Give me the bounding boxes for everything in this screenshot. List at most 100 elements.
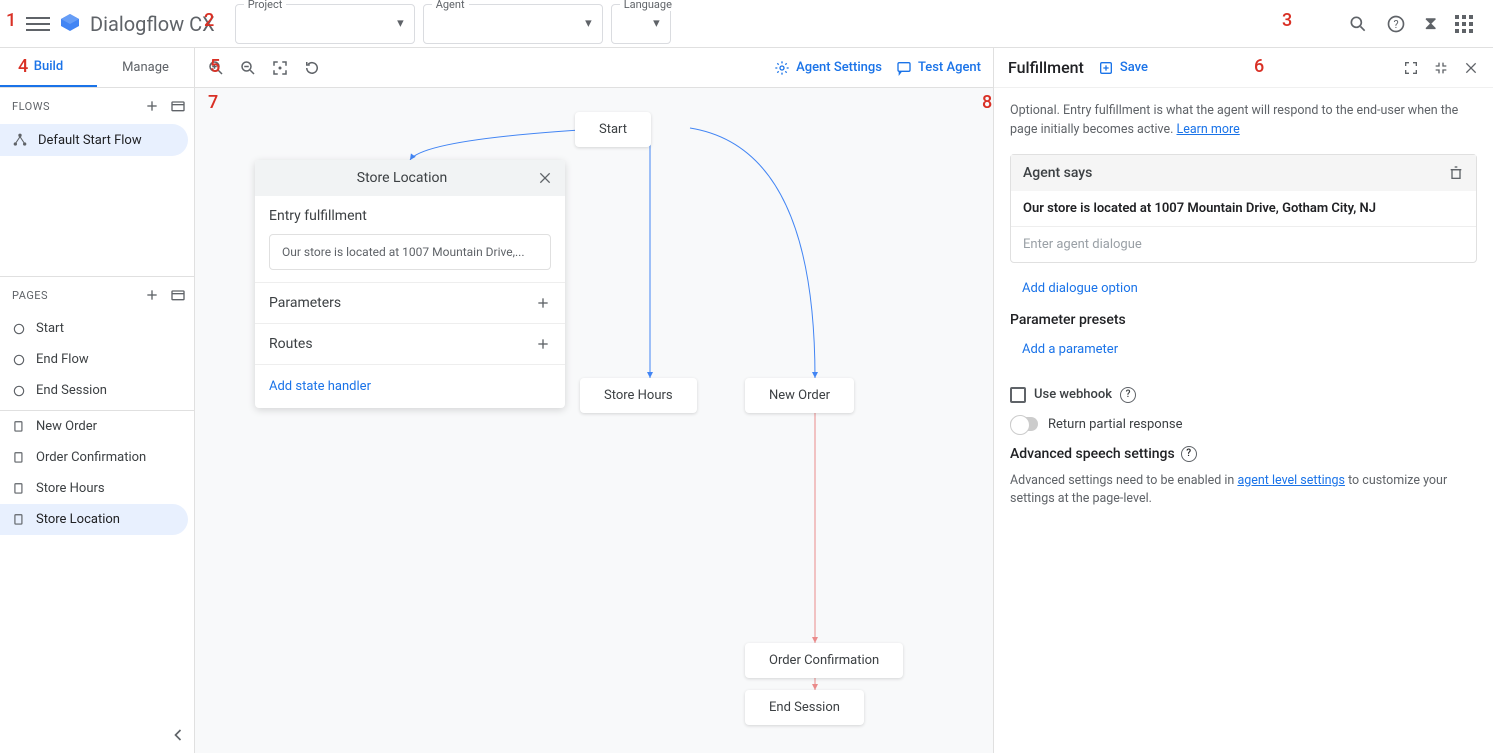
close-icon[interactable] [1463,60,1479,76]
page-new-order[interactable]: New Order [0,411,188,442]
page-label: Store Location [36,512,120,527]
use-webhook-label: Use webhook [1034,387,1112,402]
partial-response-label: Return partial response [1048,417,1182,432]
test-agent-label: Test Agent [918,60,981,75]
circle-icon [12,322,26,336]
flow-label: Default Start Flow [38,133,142,148]
canvas-column: Agent Settings Test Agent Start Store Ho… [195,48,993,753]
chat-icon [896,60,912,76]
menu-icon[interactable] [26,12,50,36]
delete-icon[interactable] [1448,165,1464,181]
panel-description: Optional. Entry fulfillment is what the … [1010,102,1477,140]
popup-title: Store Location [267,170,537,186]
project-label: Project [244,0,287,11]
advanced-speech-text: Advanced settings need to be enabled in … [1010,472,1477,510]
save-icon [1098,60,1114,76]
svg-text:?: ? [1394,18,1399,31]
search-icon[interactable] [1348,14,1368,34]
page-order-confirmation[interactable]: Order Confirmation [0,442,188,473]
flow-icon [12,132,28,148]
node-end-session[interactable]: End Session [745,690,864,725]
agent-level-settings-link[interactable]: agent level settings [1237,473,1345,488]
page-icon [12,451,26,465]
circle-icon [12,353,26,367]
page-end-flow[interactable]: End Flow [0,344,188,375]
agent-settings-button[interactable]: Agent Settings [774,60,882,76]
dialogflow-icon [58,12,82,36]
page-store-hours[interactable]: Store Hours [0,473,188,504]
folder-icon[interactable] [170,98,186,114]
parameter-presets-header: Parameter presets [1010,312,1477,328]
add-flow-icon[interactable] [144,98,160,114]
test-agent-button[interactable]: Test Agent [896,60,981,76]
add-dialogue-link[interactable]: Add dialogue option [1010,277,1477,312]
reset-icon[interactable] [303,59,321,77]
page-label: End Session [36,383,107,398]
page-label: Start [36,321,64,336]
page-start[interactable]: Start [0,313,188,344]
top-actions: ? ⧗ [1348,13,1473,34]
apps-icon[interactable] [1455,15,1473,33]
flow-default-start[interactable]: Default Start Flow [0,124,188,156]
zoom-in-icon[interactable] [207,59,225,77]
add-parameter-icon[interactable] [535,295,551,311]
page-icon [12,420,26,434]
page-label: New Order [36,419,97,434]
help-icon[interactable]: ? [1120,387,1136,403]
use-webhook-row[interactable]: Use webhook ? [1010,387,1477,403]
pages-section-header: PAGES [0,276,194,313]
add-state-handler-link[interactable]: Add state handler [255,365,565,408]
page-store-location[interactable]: Store Location [0,504,188,535]
collapse-icon[interactable] [1433,60,1449,76]
collapse-sidebar-icon[interactable] [168,725,188,745]
add-parameter-link[interactable]: Add a parameter [1010,338,1477,373]
node-order-confirmation[interactable]: Order Confirmation [745,643,903,678]
parameters-header: Parameters [269,295,341,311]
page-icon [12,513,26,527]
chevron-down-icon: ▾ [585,16,592,31]
sidebar-tabs: Build Manage [0,48,194,88]
fullscreen-icon[interactable] [1403,60,1419,76]
canvas-toolbar: Agent Settings Test Agent [195,48,993,88]
node-start[interactable]: Start [575,112,651,147]
add-page-icon[interactable] [144,287,160,303]
flow-canvas[interactable]: Start Store Hours New Order Order Confir… [195,88,993,753]
folder-icon[interactable] [170,287,186,303]
fit-view-icon[interactable] [271,59,289,77]
zoom-out-icon[interactable] [239,59,257,77]
flows-header-label: FLOWS [12,100,50,113]
save-button[interactable]: Save [1098,60,1148,76]
agent-dialogue-text[interactable]: Our store is located at 1007 Mountain Dr… [1011,191,1476,227]
pages-header-label: PAGES [12,289,48,302]
entry-fulfillment-preview[interactable]: Our store is located at 1007 Mountain Dr… [269,234,551,270]
chevron-down-icon: ▾ [397,16,404,31]
advanced-speech-header: Advanced speech settings [1010,446,1175,462]
node-store-hours[interactable]: Store Hours [580,378,697,413]
toggle-switch[interactable] [1010,417,1038,431]
agent-dialogue-input[interactable]: Enter agent dialogue [1011,227,1476,262]
agent-dropdown[interactable]: Agent ▾ [423,4,603,44]
save-label: Save [1120,60,1148,75]
node-new-order[interactable]: New Order [745,378,854,413]
checkbox-icon[interactable] [1010,387,1026,403]
help-icon[interactable]: ? [1181,446,1197,462]
app-title: Dialogflow CX [90,12,215,36]
flows-section-header: FLOWS [0,88,194,124]
hourglass-icon[interactable]: ⧗ [1424,13,1437,34]
chevron-down-icon: ▾ [653,16,660,31]
page-end-session[interactable]: End Session [0,375,188,406]
entry-fulfillment-header: Entry fulfillment [269,208,551,224]
add-route-icon[interactable] [535,336,551,352]
tab-build[interactable]: Build [0,48,97,87]
tab-manage[interactable]: Manage [97,48,194,87]
project-dropdown[interactable]: Project ▾ [235,4,415,44]
language-dropdown[interactable]: Language ▾ [611,4,671,44]
panel-title: Fulfillment [1008,58,1084,77]
page-label: Order Confirmation [36,450,146,465]
learn-more-link[interactable]: Learn more [1177,122,1240,137]
close-icon[interactable] [537,170,553,186]
help-icon[interactable]: ? [1386,14,1406,34]
page-label: End Flow [36,352,89,367]
agent-says-header: Agent says [1023,165,1092,181]
partial-response-row[interactable]: Return partial response [1010,417,1477,432]
